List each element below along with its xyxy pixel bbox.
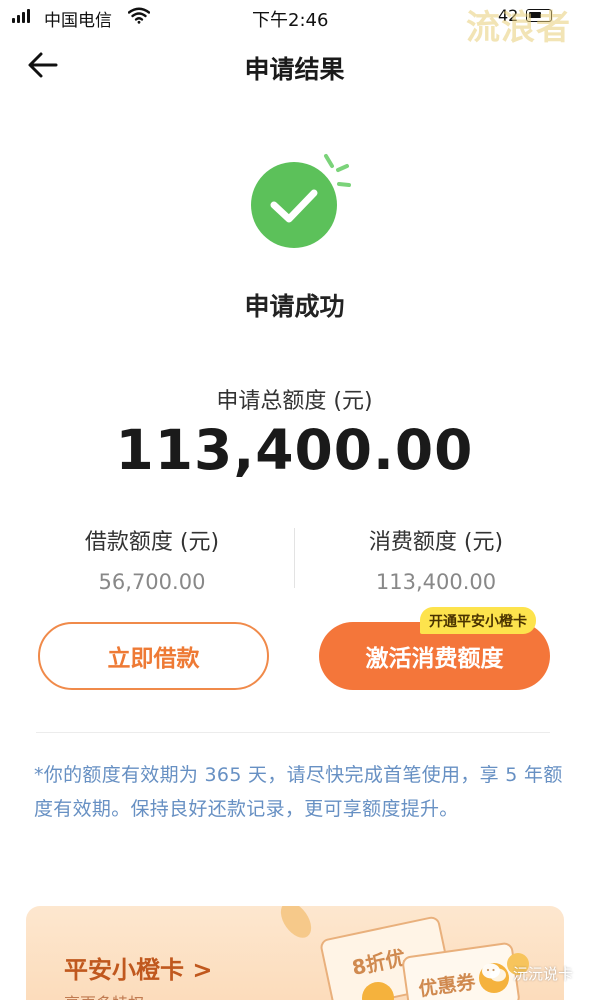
loan-limit-value: 56,700.00 (98, 570, 206, 594)
wechat-icon (482, 963, 506, 982)
wechat-watermark: 沅沅说卡 (481, 962, 573, 984)
consume-limit-block: 消费额度 (元) 113,400.00 (316, 524, 556, 594)
signal-icon (12, 9, 30, 23)
application-result-screen: 中国电信 下午2:46 42 流浪者 申请结果 申请成功 申请总额度 (元) 1… (0, 0, 589, 1000)
check-circle-icon (251, 154, 351, 248)
status-bar: 中国电信 下午2:46 42 流浪者 (0, 0, 589, 48)
nav-bar: 申请结果 (0, 34, 589, 98)
borrow-now-button[interactable]: 立即借款 (38, 622, 269, 690)
loan-limit-label: 借款额度 (元) (84, 530, 220, 555)
card-banner-title: 平安小橙卡 > (64, 956, 213, 984)
section-divider (36, 732, 550, 733)
wechat-account-name: 沅沅说卡 (513, 964, 574, 983)
orange-card-banner[interactable]: 平安小橙卡 > 享更多特权 8折优 优惠券 (26, 906, 564, 1000)
page-title: 申请结果 (244, 55, 345, 84)
consume-limit-label: 消费额度 (元) (368, 530, 504, 555)
result-status: 申请成功 (244, 292, 345, 321)
wifi-icon (128, 7, 150, 24)
coupon-illustration: 8折优 优惠券 (280, 906, 529, 1000)
total-limit-value: 113,400.00 (115, 418, 474, 482)
consume-limit-value: 113,400.00 (375, 570, 497, 594)
promo-tag: 开通平安小橙卡 (420, 607, 536, 634)
carrier-name: 中国电信 (44, 11, 112, 31)
column-divider (294, 528, 295, 588)
loan-limit-block: 借款额度 (元) 56,700.00 (32, 524, 272, 594)
validity-notice: *你的额度有效期为 365 天，请尽快完成首笔使用，享 5 年额度有效期。保持良… (34, 764, 563, 820)
status-time: 下午2:46 (252, 10, 329, 31)
total-limit-label: 申请总额度 (元) (216, 389, 373, 414)
card-banner-subtitle: 享更多特权 (64, 990, 144, 1000)
